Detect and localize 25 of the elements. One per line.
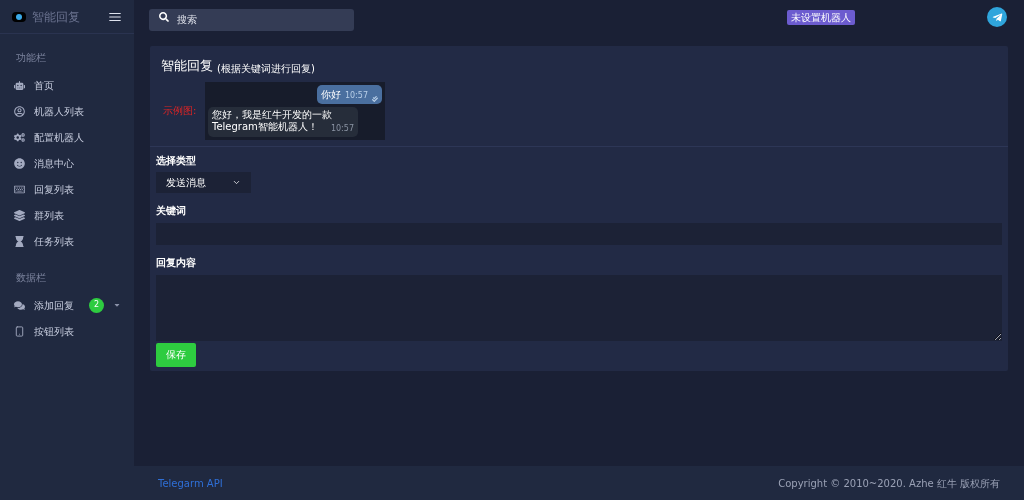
sidebar-item[interactable]: 机器人列表 — [0, 98, 134, 124]
page-title: 智能回复 — [161, 57, 213, 75]
sidebar-item[interactable]: 首页 — [0, 72, 134, 98]
section-title: 功能栏 — [16, 52, 46, 63]
field-label: 选择类型 — [156, 153, 197, 168]
sent-message: 你好 10:57 — [316, 84, 382, 104]
sidebar-item[interactable]: 消息中心 — [0, 150, 134, 176]
brand-name: 智能回复 — [32, 8, 80, 26]
sidebar-item[interactable]: 任务列表 — [0, 228, 134, 254]
page-subtitle: (根据关键词进行回复) — [217, 61, 315, 76]
sidebar-item[interactable]: 群列表 — [0, 202, 134, 228]
field-label: 关键词 — [156, 203, 187, 218]
sidebar-item[interactable]: 配置机器人 — [0, 124, 134, 150]
search-field[interactable]: 搜索 — [149, 8, 354, 31]
sidebar-item[interactable]: 回复列表 — [0, 176, 134, 202]
bot-status-button[interactable]: 未设置机器人 — [787, 9, 855, 25]
section-title: 数据栏 — [16, 272, 46, 283]
type-select[interactable]: 发送消息 — [156, 171, 251, 193]
sidebar-item[interactable]: 添加回复 2 — [0, 292, 134, 318]
count-badge: 2 — [89, 297, 104, 313]
field-label: 回复内容 — [156, 255, 197, 270]
copyright-text: Copyright © 2010~2020. Azhe 红牛 版权所有 — [778, 476, 1000, 491]
received-message: 您好，我是红牛开发的一款Telegram智能机器人！ 10:57 — [208, 106, 358, 137]
example-label: 示例图: — [163, 104, 198, 118]
sidebar-item[interactable]: 按钮列表 — [0, 318, 134, 344]
